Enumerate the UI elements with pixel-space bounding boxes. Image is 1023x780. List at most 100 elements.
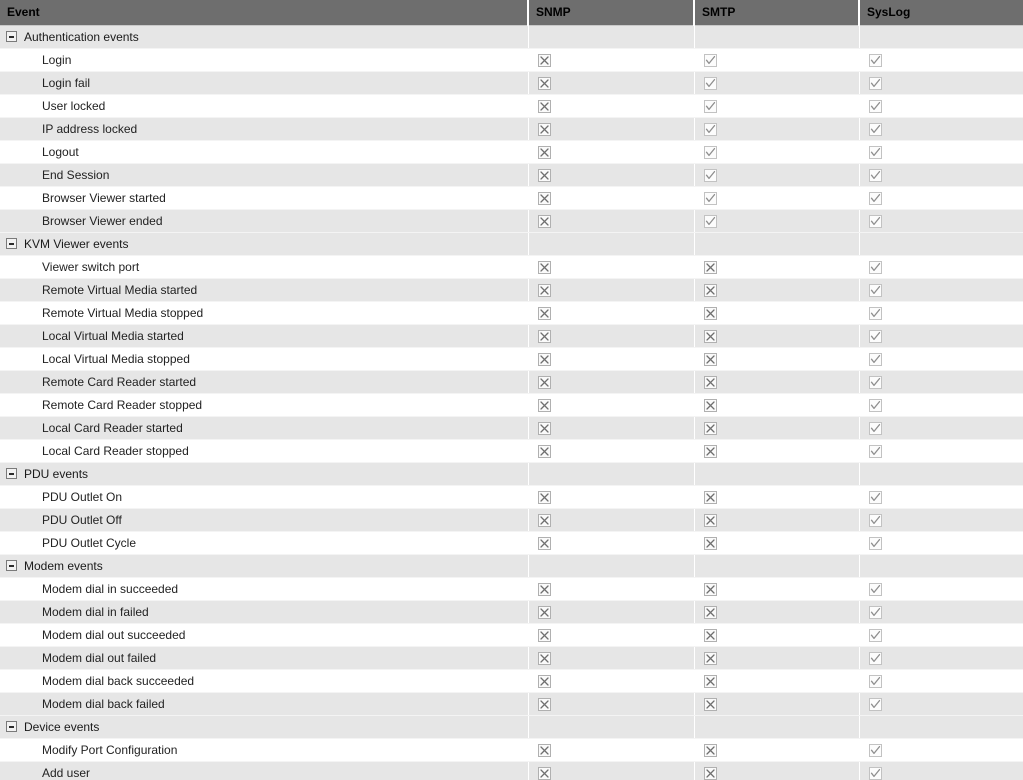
check-checkbox-icon-syslog[interactable] [868, 76, 882, 90]
check-checkbox-icon-smtp[interactable] [703, 191, 717, 205]
table-row[interactable]: PDU Outlet Off [0, 508, 1023, 532]
cell-syslog[interactable] [859, 577, 1023, 601]
cell-syslog[interactable] [859, 623, 1023, 647]
cell-syslog[interactable] [859, 646, 1023, 670]
cell-syslog[interactable] [859, 692, 1023, 716]
cell-smtp[interactable] [694, 278, 860, 302]
cell-smtp[interactable] [694, 255, 860, 279]
check-checkbox-icon-syslog[interactable] [868, 490, 882, 504]
check-checkbox-icon-syslog[interactable] [868, 697, 882, 711]
cell-smtp[interactable] [694, 416, 860, 440]
cell-smtp[interactable] [694, 439, 860, 463]
cell-snmp[interactable] [528, 347, 695, 371]
cross-checkbox-icon-snmp[interactable] [537, 168, 551, 182]
cell-syslog[interactable] [859, 393, 1023, 417]
cross-checkbox-icon-smtp[interactable] [703, 605, 717, 619]
table-row[interactable]: Viewer switch port [0, 255, 1023, 279]
cell-syslog[interactable] [859, 508, 1023, 532]
cross-checkbox-icon-snmp[interactable] [537, 191, 551, 205]
cell-smtp[interactable] [694, 623, 860, 647]
cell-syslog[interactable] [859, 140, 1023, 164]
cross-checkbox-icon-snmp[interactable] [537, 513, 551, 527]
cell-syslog[interactable] [859, 347, 1023, 371]
cross-checkbox-icon-snmp[interactable] [537, 444, 551, 458]
check-checkbox-icon-syslog[interactable] [868, 421, 882, 435]
table-row[interactable]: Modem dial back failed [0, 692, 1023, 716]
check-checkbox-icon-syslog[interactable] [868, 651, 882, 665]
cell-snmp[interactable] [528, 393, 695, 417]
table-row[interactable]: Remote Card Reader started [0, 370, 1023, 394]
table-row[interactable]: Local Virtual Media stopped [0, 347, 1023, 371]
check-checkbox-icon-syslog[interactable] [868, 536, 882, 550]
cell-syslog[interactable] [859, 738, 1023, 762]
check-checkbox-icon-syslog[interactable] [868, 260, 882, 274]
cross-checkbox-icon-snmp[interactable] [537, 329, 551, 343]
cross-checkbox-icon-smtp[interactable] [703, 306, 717, 320]
table-row[interactable]: Login fail [0, 71, 1023, 95]
check-checkbox-icon-syslog[interactable] [868, 444, 882, 458]
table-row[interactable]: Logout [0, 140, 1023, 164]
cell-syslog[interactable] [859, 209, 1023, 233]
table-row[interactable]: Login [0, 48, 1023, 72]
table-row[interactable]: Browser Viewer started [0, 186, 1023, 210]
cross-checkbox-icon-smtp[interactable] [703, 490, 717, 504]
cell-snmp[interactable] [528, 577, 695, 601]
cell-snmp[interactable] [528, 370, 695, 394]
cross-checkbox-icon-snmp[interactable] [537, 536, 551, 550]
cell-syslog[interactable] [859, 531, 1023, 555]
cell-smtp[interactable] [694, 301, 860, 325]
group-label-cell[interactable]: Modem events [0, 554, 529, 578]
event-label-cell[interactable]: Remote Virtual Media stopped [0, 301, 529, 325]
event-label-cell[interactable]: Login fail [0, 71, 529, 95]
check-checkbox-icon-syslog[interactable] [868, 306, 882, 320]
cell-smtp[interactable] [694, 324, 860, 348]
cell-smtp[interactable] [694, 48, 860, 72]
cross-checkbox-icon-snmp[interactable] [537, 122, 551, 136]
minus-square-icon[interactable] [6, 560, 17, 571]
cell-snmp[interactable] [528, 669, 695, 693]
cell-smtp[interactable] [694, 738, 860, 762]
cross-checkbox-icon-snmp[interactable] [537, 743, 551, 757]
table-row[interactable]: Modem dial back succeeded [0, 669, 1023, 693]
cell-smtp[interactable] [694, 94, 860, 118]
table-row[interactable]: Remote Virtual Media stopped [0, 301, 1023, 325]
check-checkbox-icon-smtp[interactable] [703, 168, 717, 182]
cell-syslog[interactable] [859, 186, 1023, 210]
check-checkbox-icon-syslog[interactable] [868, 628, 882, 642]
cross-checkbox-icon-snmp[interactable] [537, 421, 551, 435]
cross-checkbox-icon-snmp[interactable] [537, 490, 551, 504]
cell-syslog[interactable] [859, 439, 1023, 463]
cross-checkbox-icon-smtp[interactable] [703, 352, 717, 366]
cell-smtp[interactable] [694, 692, 860, 716]
cell-snmp[interactable] [528, 738, 695, 762]
cross-checkbox-icon-snmp[interactable] [537, 283, 551, 297]
group-label-cell[interactable]: PDU events [0, 462, 529, 486]
cell-snmp[interactable] [528, 508, 695, 532]
group-label-cell[interactable]: KVM Viewer events [0, 232, 529, 256]
cell-snmp[interactable] [528, 439, 695, 463]
column-header-smtp[interactable]: SMTP [694, 0, 860, 26]
cross-checkbox-icon-snmp[interactable] [537, 375, 551, 389]
minus-square-icon[interactable] [6, 31, 17, 42]
cross-checkbox-icon-snmp[interactable] [537, 605, 551, 619]
check-checkbox-icon-smtp[interactable] [703, 122, 717, 136]
check-checkbox-icon-syslog[interactable] [868, 398, 882, 412]
cell-snmp[interactable] [528, 600, 695, 624]
cell-smtp[interactable] [694, 669, 860, 693]
cell-syslog[interactable] [859, 71, 1023, 95]
cell-snmp[interactable] [528, 163, 695, 187]
cell-syslog[interactable] [859, 48, 1023, 72]
cell-syslog[interactable] [859, 761, 1023, 780]
event-label-cell[interactable]: Remote Card Reader stopped [0, 393, 529, 417]
table-row[interactable]: PDU Outlet On [0, 485, 1023, 509]
cell-syslog[interactable] [859, 370, 1023, 394]
group-row[interactable]: Device events [0, 715, 1023, 739]
check-checkbox-icon-syslog[interactable] [868, 99, 882, 113]
cross-checkbox-icon-smtp[interactable] [703, 283, 717, 297]
table-row[interactable]: Modify Port Configuration [0, 738, 1023, 762]
cell-smtp[interactable] [694, 485, 860, 509]
check-checkbox-icon-syslog[interactable] [868, 122, 882, 136]
table-row[interactable]: Add user [0, 761, 1023, 780]
cell-smtp[interactable] [694, 531, 860, 555]
cross-checkbox-icon-smtp[interactable] [703, 651, 717, 665]
